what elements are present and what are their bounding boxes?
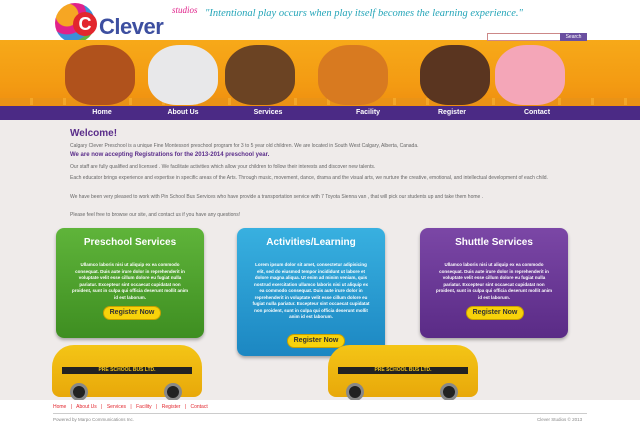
box-text: Ullamco laboris nisi ut aliquip ex ea co…: [71, 262, 188, 300]
page: C Clever studios "Intentional play occur…: [0, 0, 640, 427]
box-title: Activities/Learning: [266, 237, 356, 248]
tagline: "Intentional play occurs when play itsel…: [205, 8, 523, 19]
logo[interactable]: C Clever studios: [55, 3, 200, 43]
footer-sep: |: [70, 404, 73, 410]
dog-icon[interactable]: [65, 45, 135, 105]
lion-icon[interactable]: [318, 45, 388, 105]
box-title: Preschool Services: [83, 237, 177, 248]
footer-link-about-us[interactable]: About Us: [76, 404, 97, 410]
footer-links: Home | About Us | Services | Facility | …: [53, 404, 211, 410]
footer-sep: |: [101, 404, 103, 410]
school-bus-right: PRE SCHOOL BUS LTD.: [328, 345, 478, 401]
footer-link-register[interactable]: Register: [162, 404, 181, 410]
copyright: Clever Studios © 2013: [537, 417, 583, 422]
footer-sep: |: [184, 404, 187, 410]
logo-c-icon: C: [73, 12, 97, 36]
registration-notice: We are now accepting Registrations for t…: [70, 152, 270, 158]
nav-register[interactable]: Register: [412, 106, 492, 120]
box-text: Ullamco laboris nisi ut aliquip ex ea co…: [435, 262, 552, 300]
arts-text: Each educator brings experience and expe…: [70, 175, 548, 181]
transport-text: We have been very pleased to work with P…: [70, 194, 484, 200]
footer-sep: |: [130, 404, 132, 410]
bus-label: PRE SCHOOL BUS LTD.: [62, 367, 192, 374]
pig-icon[interactable]: [495, 45, 565, 105]
nav-facility[interactable]: Facility: [328, 106, 408, 120]
nav-contact[interactable]: Contact: [497, 106, 577, 120]
register-now-button-preschool[interactable]: Register Now: [103, 306, 161, 320]
nav-services[interactable]: Services: [228, 106, 308, 120]
footer-link-facility[interactable]: Facility: [136, 404, 152, 410]
horse-icon[interactable]: [420, 45, 490, 105]
wheel-icon: [346, 383, 364, 401]
wheel-icon: [440, 383, 458, 401]
wheel-icon: [164, 383, 182, 401]
wheel-icon: [70, 383, 88, 401]
staff-text: Our staff are fully qualified and licens…: [70, 164, 376, 170]
browse-text: Please feel free to browse our site, and…: [70, 212, 241, 218]
preschool-services-box: Preschool Services Ullamco laboris nisi …: [56, 228, 204, 338]
register-now-button-shuttle[interactable]: Register Now: [466, 306, 524, 320]
register-now-button-activities[interactable]: Register Now: [287, 334, 345, 348]
shuttle-services-box: Shuttle Services Ullamco laboris nisi ut…: [420, 228, 568, 338]
main-nav: Home About Us Services Facility Register…: [0, 106, 640, 120]
cat-icon[interactable]: [148, 45, 218, 105]
school-bus-left: PRE SCHOOL BUS LTD.: [52, 345, 202, 401]
footer-link-contact[interactable]: Contact: [191, 404, 208, 410]
powered-by[interactable]: Powered by Marpo Communications Inc.: [53, 417, 134, 422]
footer-sep: |: [156, 404, 158, 410]
footer-link-services[interactable]: Services: [107, 404, 126, 410]
box-text: Lorem ipsum dolor sit amet, consectetur …: [252, 262, 370, 319]
monkey-icon[interactable]: [225, 45, 295, 105]
search-button[interactable]: Search: [560, 33, 587, 41]
footer-link-home[interactable]: Home: [53, 404, 66, 410]
nav-home[interactable]: Home: [62, 106, 142, 120]
logo-studios: studios: [172, 5, 198, 15]
intro-text: Calgary Clever Preschool is a unique Fin…: [70, 143, 419, 149]
footer-divider: [53, 413, 587, 414]
bus-label: PRE SCHOOL BUS LTD.: [338, 367, 468, 374]
logo-name: Clever: [99, 14, 164, 39]
nav-about-us[interactable]: About Us: [143, 106, 223, 120]
page-title: Welcome!: [70, 128, 118, 139]
box-title: Shuttle Services: [455, 237, 533, 248]
